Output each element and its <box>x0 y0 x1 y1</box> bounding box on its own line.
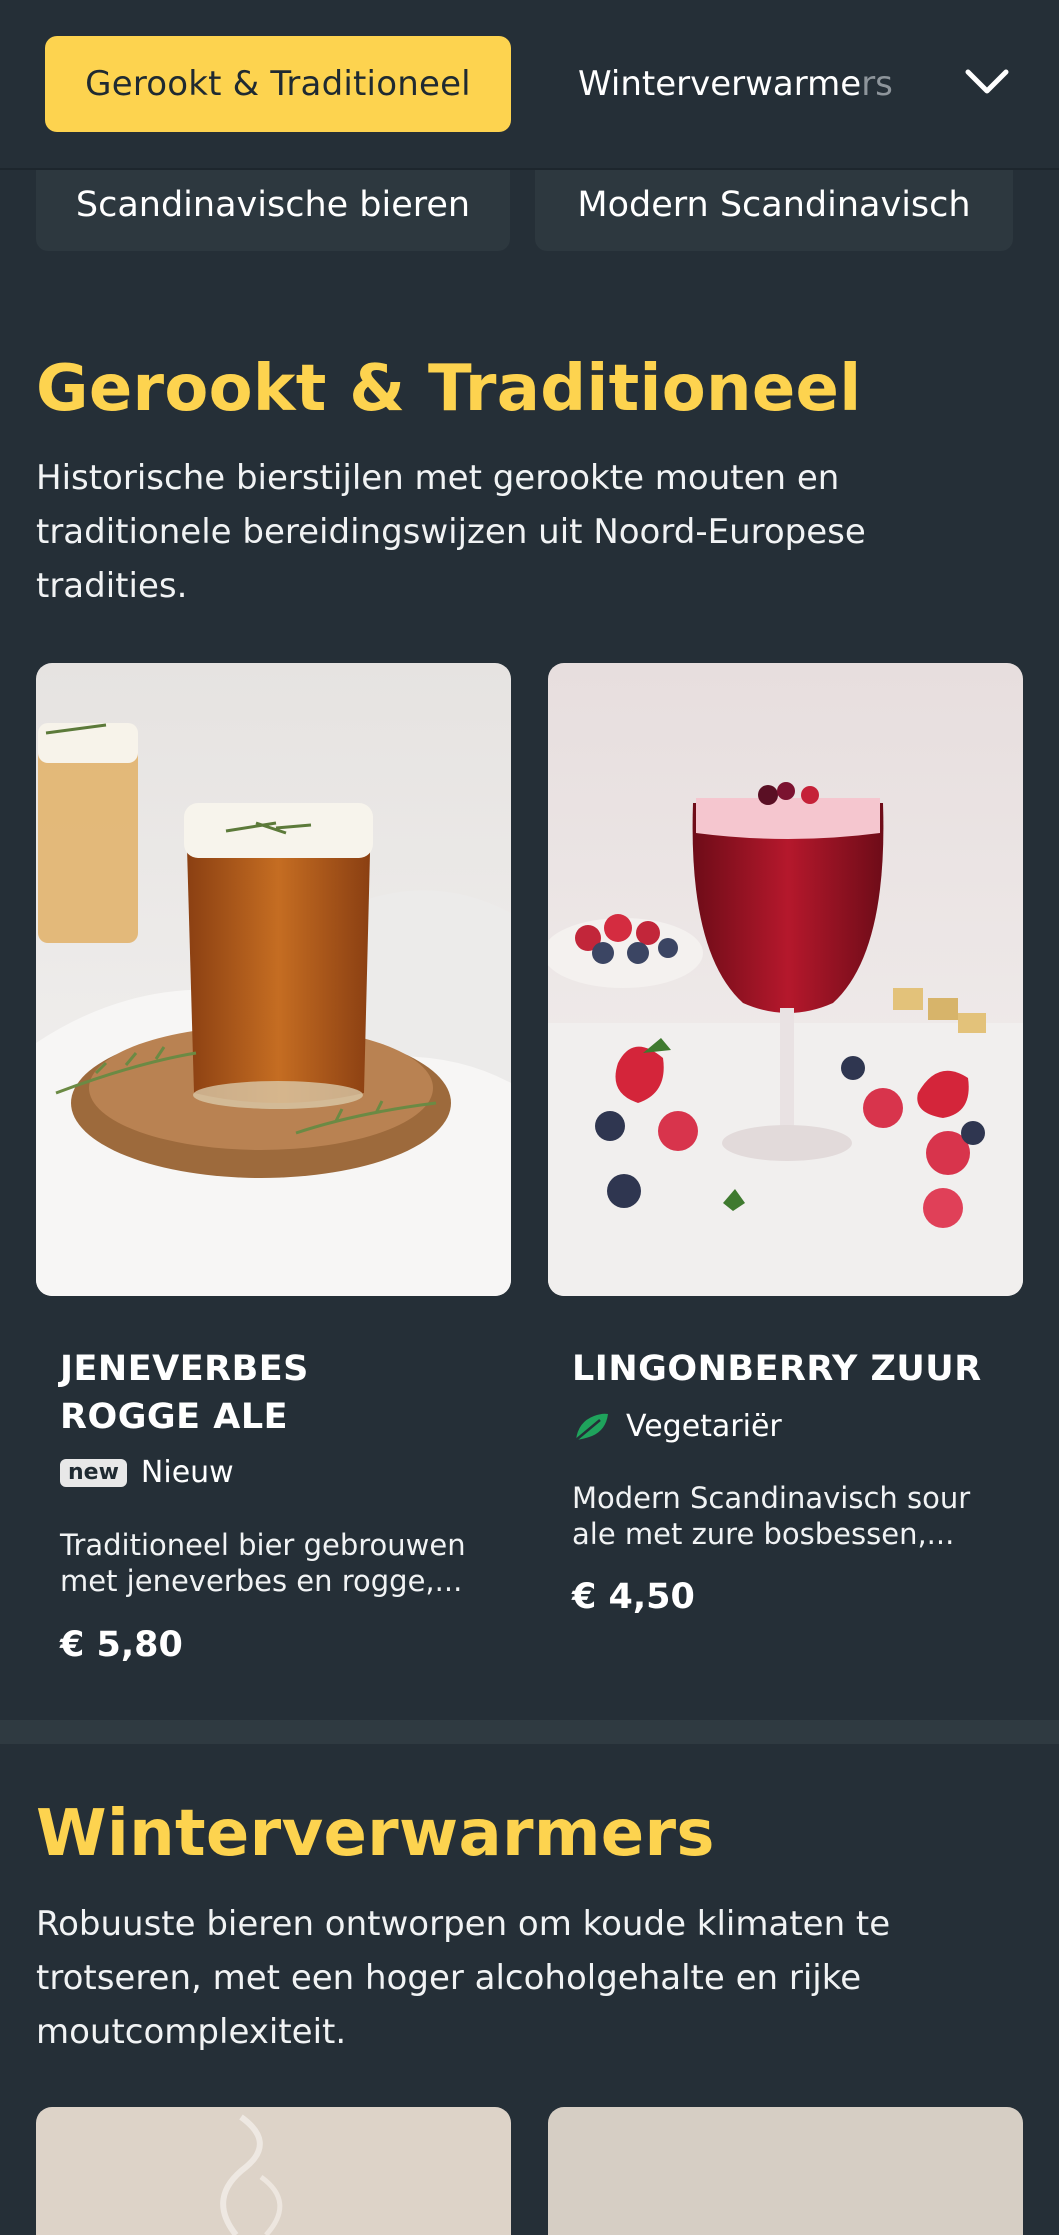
new-badge: new <box>60 1458 127 1487</box>
category-tab-bar: Gerookt & Traditioneel Winterverwarme rs <box>0 0 1059 170</box>
product-image-winter-2[interactable] <box>548 2107 1023 2235</box>
product-price-lingonberry: € 4,50 <box>572 1577 695 1617</box>
tab-gerookt-traditioneel[interactable]: Gerookt & Traditioneel <box>45 36 511 132</box>
product-price-jeneverbes: € 5,80 <box>60 1625 183 1665</box>
tab-winterverwarmers[interactable]: Winterverwarme rs <box>578 36 893 132</box>
chevron-down-icon[interactable] <box>962 62 1012 102</box>
product-name-jeneverbes[interactable]: JENEVERBES ROGGE ALE <box>60 1345 460 1441</box>
product-description-jeneverbes: Traditioneel bier gebrouwen met jeneverb… <box>60 1528 466 1598</box>
product-image-lingonberry[interactable] <box>548 663 1023 1296</box>
section-description-gerookt: Historische bierstijlen met gerookte mou… <box>36 458 866 606</box>
badge-label-nieuw: Nieuw <box>140 1455 234 1490</box>
section-divider <box>0 1720 1059 1744</box>
section-description-winterverwarmers: Robuuste bieren ontworpen om koude klima… <box>36 1904 891 2052</box>
product-description-lingonberry: Modern Scandinavisch sour ale met zure b… <box>572 1481 971 1551</box>
tab-winterverwarmers-label: Winterverwarme <box>578 64 862 104</box>
section-title-gerookt: Gerookt & Traditioneel <box>36 352 862 426</box>
leaf-icon <box>575 1413 608 1441</box>
section-title-winterverwarmers: Winterverwarmers <box>36 1797 715 1871</box>
product-badge-row-lingonberry: Vegetariër <box>572 1408 782 1444</box>
badge-label-vegetarier: Vegetariër <box>626 1408 782 1444</box>
chip-modern-scandinavisch[interactable]: Modern Scandinavisch <box>535 158 1013 251</box>
product-image-jeneverbes[interactable] <box>36 663 511 1296</box>
tab-winterverwarmers-label-fade: rs <box>861 64 893 104</box>
chip-scandinavische-bieren[interactable]: Scandinavische bieren <box>36 158 510 251</box>
product-name-lingonberry[interactable]: LINGONBERRY ZUUR <box>572 1345 992 1393</box>
product-badge-row-jeneverbes: new Nieuw <box>60 1455 234 1490</box>
product-image-winter-1[interactable] <box>36 2107 511 2235</box>
